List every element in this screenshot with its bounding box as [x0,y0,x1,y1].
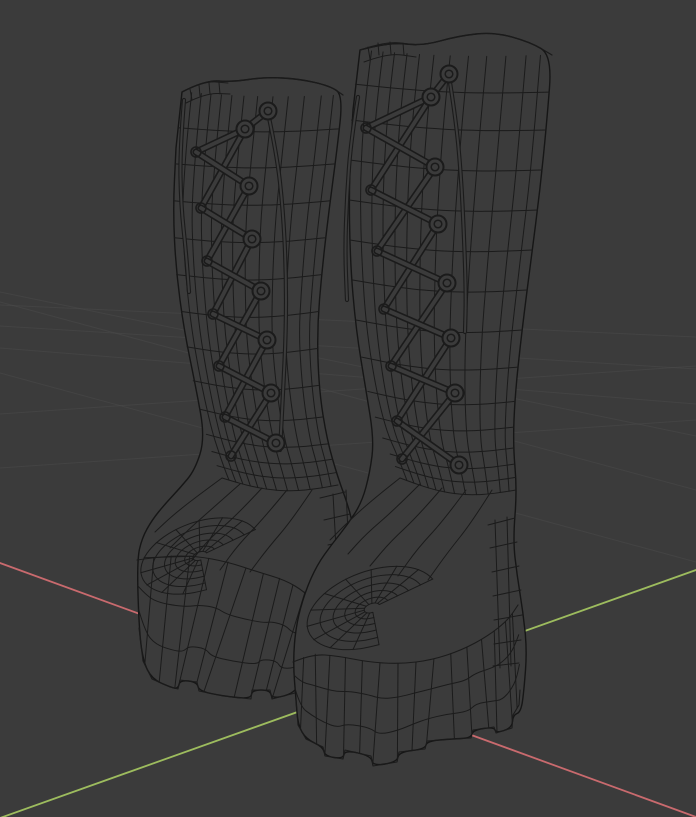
lace-eyelet [266,433,286,453]
lace-eyelet [251,281,271,301]
lace-eyelet [242,229,262,249]
lace-eyelet [421,87,441,107]
lace-eyelet [239,176,259,196]
lace-eyelet [449,455,469,475]
lace-eyelet [428,214,448,234]
lace-eyelet [425,157,445,177]
lace-eyelet [439,64,459,84]
lace-eyelet [441,328,461,348]
lace-eyelet [257,330,277,350]
blender-3d-viewport[interactable] [0,0,696,817]
lace-eyelet [437,273,457,293]
lace-eyelet [235,119,255,139]
lace-eyelet [445,383,465,403]
lace-eyelet [261,383,281,403]
lace-eyelet [258,101,278,121]
wireframe-canvas[interactable] [0,0,696,817]
